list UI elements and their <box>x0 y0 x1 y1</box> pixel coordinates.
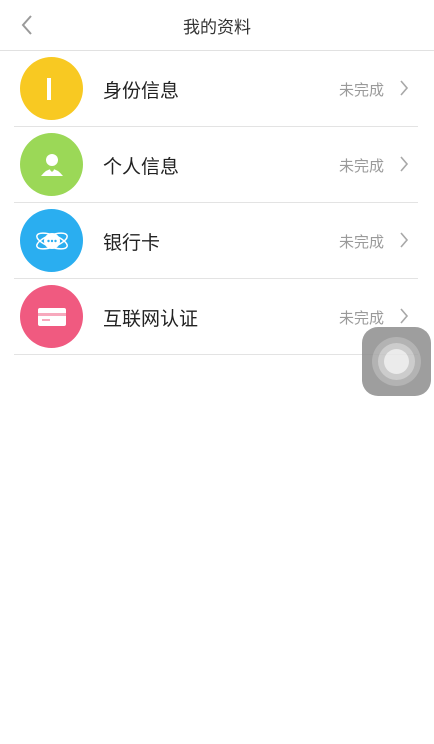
identity-icon-circle <box>20 57 83 120</box>
status-text: 未完成 <box>338 81 384 99</box>
assistive-ring-inner <box>384 349 409 374</box>
chevron-right-icon <box>396 228 412 252</box>
list-item-label: 银行卡 <box>103 232 161 254</box>
bank-icon-circle <box>20 209 83 272</box>
personal-icon-circle <box>20 133 83 196</box>
list-item-internet-auth[interactable]: 互联网认证 未完成 <box>14 279 418 355</box>
profile-list: 身份信息 未完成 个人信息 未完成 银行卡 未完成 互联网认证 未完成 <box>0 51 434 355</box>
list-item-label: 互联网认证 <box>103 308 199 330</box>
internet-icon-circle <box>20 285 83 348</box>
list-item-personal[interactable]: 个人信息 未完成 <box>14 127 418 203</box>
status-text: 未完成 <box>338 233 384 251</box>
page-title: 我的资料 <box>183 18 251 38</box>
id-card-icon <box>46 77 51 100</box>
chevron-right-icon <box>396 304 412 328</box>
assistive-touch-icon[interactable] <box>362 327 431 396</box>
chevron-right-icon <box>396 76 412 100</box>
card-icon <box>37 307 66 326</box>
list-item-identity[interactable]: 身份信息 未完成 <box>14 51 418 127</box>
status-text: 未完成 <box>338 157 384 175</box>
status-text: 未完成 <box>338 309 384 327</box>
planet-chat-icon <box>35 231 68 250</box>
person-icon <box>40 153 63 176</box>
list-item-label: 个人信息 <box>103 156 180 178</box>
chevron-right-icon <box>396 152 412 176</box>
list-item-bank-card[interactable]: 银行卡 未完成 <box>14 203 418 279</box>
list-item-label: 身份信息 <box>103 80 180 102</box>
nav-bar: 我的资料 <box>0 0 434 51</box>
